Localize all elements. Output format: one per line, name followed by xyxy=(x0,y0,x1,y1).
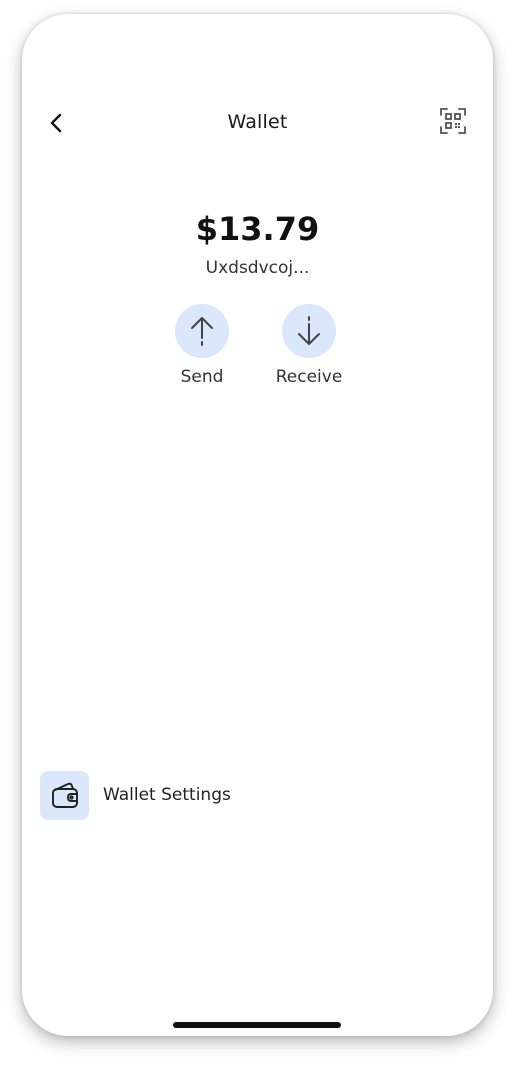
receive-button[interactable]: Receive xyxy=(259,304,359,387)
page-title: Wallet xyxy=(227,111,288,133)
send-label: Send xyxy=(180,367,224,387)
send-icon-circle xyxy=(175,304,229,358)
send-button[interactable]: Send xyxy=(152,304,252,387)
wallet-settings-icon-box xyxy=(40,771,89,820)
receive-icon-circle xyxy=(282,304,336,358)
wallet-settings-item[interactable]: Wallet Settings xyxy=(40,771,460,821)
home-indicator[interactable] xyxy=(173,1022,341,1028)
wallet-balance: $13.79 xyxy=(195,210,320,248)
wallet-address[interactable]: Uxdsdvcoj... xyxy=(22,258,493,278)
wallet-settings-label: Wallet Settings xyxy=(103,785,231,805)
qr-scan-icon xyxy=(440,108,466,134)
header: Wallet xyxy=(22,102,493,144)
phone-screen: Wallet $13.79 Uxdsdvcoj... Send Receive … xyxy=(22,14,493,1036)
qr-scan-button[interactable] xyxy=(438,106,468,136)
arrow-down-icon xyxy=(298,316,320,345)
arrow-up-icon xyxy=(191,317,213,346)
wallet-icon xyxy=(51,782,78,808)
receive-label: Receive xyxy=(275,367,343,387)
